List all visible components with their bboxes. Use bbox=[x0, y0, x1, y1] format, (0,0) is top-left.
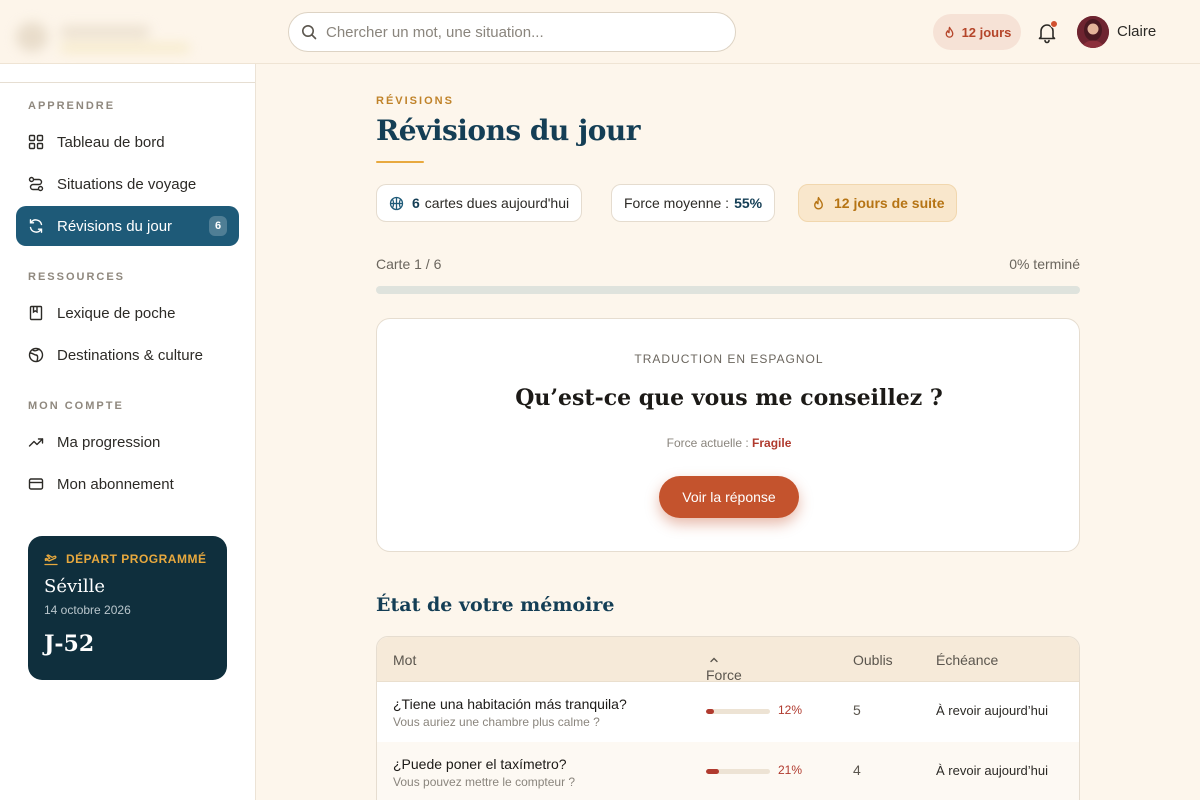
row-strength-fill bbox=[706, 709, 714, 714]
section-label-resources: RESSOURCES bbox=[28, 271, 126, 283]
column-word[interactable]: Mot bbox=[393, 652, 416, 668]
column-due[interactable]: Échéance bbox=[936, 652, 998, 668]
credit-card-icon bbox=[28, 478, 44, 490]
card-question: Qu’est-ce que vous me conseillez ? bbox=[515, 385, 943, 411]
row-translation: Vous pouvez mettre le compteur ? bbox=[393, 775, 576, 789]
sidebar-item-label: Ma progression bbox=[57, 433, 161, 451]
sidebar-item-label: Destinations & culture bbox=[57, 346, 203, 364]
sidebar-item-progress[interactable]: Ma progression bbox=[16, 422, 239, 462]
row-translation: Vous auriez une chambre plus calme ? bbox=[393, 715, 600, 729]
column-strength[interactable]: Force bbox=[706, 652, 742, 683]
memory-section-title: État de votre mémoire bbox=[376, 594, 615, 616]
section-label-account: MON COMPTE bbox=[28, 400, 124, 412]
average-strength-label: Force moyenne : bbox=[624, 195, 730, 211]
average-strength-value: 55% bbox=[734, 195, 763, 211]
search-bar[interactable] bbox=[288, 12, 736, 52]
row-strength-bar bbox=[706, 709, 770, 714]
sidebar-item-label: Situations de voyage bbox=[57, 175, 197, 193]
notification-dot bbox=[1050, 20, 1058, 28]
streak-label: 12 jours bbox=[961, 24, 1012, 40]
avatar[interactable] bbox=[1077, 16, 1109, 48]
search-input[interactable] bbox=[326, 23, 706, 41]
refresh-icon bbox=[29, 219, 43, 233]
row-strength-fill bbox=[706, 769, 720, 774]
page-eyebrow: RÉVISIONS bbox=[376, 95, 454, 107]
column-fails[interactable]: Oublis bbox=[853, 652, 893, 668]
trip-heading: DÉPART PROGRAMMÉ bbox=[66, 552, 207, 566]
row-strength-bar bbox=[706, 769, 770, 774]
sidebar-item-pocket-lexicon[interactable]: Lexique de poche bbox=[16, 293, 239, 333]
trend-up-icon bbox=[28, 438, 44, 447]
streak-badge[interactable]: 12 jours bbox=[933, 14, 1021, 50]
streak-stat: 12 jours de suite bbox=[798, 184, 958, 222]
trip-countdown: J-52 bbox=[44, 631, 95, 657]
trip-countdown-card[interactable]: DÉPART PROGRAMMÉ Séville 14 octobre 2026… bbox=[28, 536, 227, 680]
card-progress-label: Carte 1 / 6 bbox=[376, 256, 442, 272]
basketball-icon bbox=[389, 196, 404, 210]
card-label: TRADUCTION EN ESPAGNOL bbox=[634, 352, 824, 366]
page-title: Révisions du jour bbox=[376, 114, 641, 147]
section-label-learn: APPRENDRE bbox=[28, 100, 116, 112]
card-strength: Force actuelle : Fragile bbox=[377, 436, 1081, 450]
table-row[interactable]: ¿Puede poner el taxímetro? Vous pouvez m… bbox=[377, 742, 1079, 800]
sidebar-item-destinations[interactable]: Destinations & culture bbox=[16, 335, 239, 375]
card-progress-percent: 0% terminé bbox=[1009, 256, 1080, 272]
app-logo[interactable] bbox=[12, 16, 192, 56]
row-strength-percent: 12% bbox=[778, 703, 803, 717]
row-fails: 4 bbox=[853, 762, 861, 778]
row-strength-percent: 21% bbox=[778, 763, 803, 777]
plane-takeoff-icon bbox=[44, 554, 58, 566]
card-strength-label: Force actuelle : bbox=[666, 436, 749, 450]
due-text: cartes dues aujourd'hui bbox=[424, 195, 570, 211]
due-count: 6 bbox=[412, 195, 420, 211]
sidebar-item-dashboard[interactable]: Tableau de bord bbox=[16, 122, 239, 162]
sidebar-divider bbox=[0, 82, 255, 83]
grid-icon bbox=[28, 134, 44, 150]
memory-table: Mot Force Oublis Échéance ¿Tiene una hab… bbox=[376, 636, 1080, 800]
row-word: ¿Tiene una habitación más tranquila? bbox=[393, 696, 627, 712]
due-cards-stat: 6 cartes dues aujourd'hui bbox=[376, 184, 583, 222]
sidebar-item-label: Lexique de poche bbox=[57, 304, 176, 322]
flame-icon bbox=[814, 196, 823, 210]
column-strength-label: Force bbox=[706, 667, 742, 683]
review-count-badge: 6 bbox=[209, 216, 227, 236]
flame-icon bbox=[945, 26, 953, 38]
search-icon bbox=[302, 25, 317, 40]
row-fails: 5 bbox=[853, 702, 861, 718]
table-row[interactable]: ¿Tiene una habitación más tranquila? Vou… bbox=[377, 682, 1079, 742]
streak-text: 12 jours de suite bbox=[834, 195, 945, 211]
globe-icon bbox=[28, 347, 44, 363]
sidebar-item-label: Tableau de bord bbox=[57, 133, 165, 151]
row-due: À revoir aujourd’hui bbox=[936, 763, 1049, 778]
flashcard: TRADUCTION EN ESPAGNOL Qu’est-ce que vou… bbox=[376, 318, 1080, 552]
reveal-answer-button[interactable]: Voir la réponse bbox=[659, 476, 799, 518]
book-icon bbox=[29, 305, 43, 321]
sidebar-item-daily-review[interactable]: Révisions du jour 6 bbox=[16, 206, 239, 246]
row-word: ¿Puede poner el taxímetro? bbox=[393, 756, 567, 772]
sidebar-item-label: Révisions du jour bbox=[57, 217, 173, 235]
route-icon bbox=[28, 176, 44, 192]
title-underline bbox=[376, 161, 424, 163]
user-name[interactable]: Claire bbox=[1117, 23, 1156, 40]
session-progress-bar bbox=[376, 286, 1080, 294]
avatar-image bbox=[1077, 16, 1109, 48]
row-due: À revoir aujourd’hui bbox=[936, 703, 1049, 718]
notifications-button[interactable] bbox=[1036, 20, 1058, 44]
app-header: 12 jours Claire bbox=[0, 0, 1200, 64]
trip-date: 14 octobre 2026 bbox=[44, 603, 131, 617]
trip-city: Séville bbox=[44, 576, 106, 597]
sidebar-item-travel-situations[interactable]: Situations de voyage bbox=[16, 164, 239, 204]
table-header: Mot Force Oublis Échéance bbox=[377, 637, 1079, 683]
card-strength-value: Fragile bbox=[752, 436, 792, 450]
sidebar: APPRENDRE Tableau de bord Situations de … bbox=[0, 64, 256, 800]
sidebar-item-label: Mon abonnement bbox=[57, 475, 174, 493]
average-strength-stat: Force moyenne : 55% bbox=[611, 184, 776, 222]
sort-ascending-icon bbox=[710, 657, 718, 663]
sidebar-item-subscription[interactable]: Mon abonnement bbox=[16, 464, 239, 504]
